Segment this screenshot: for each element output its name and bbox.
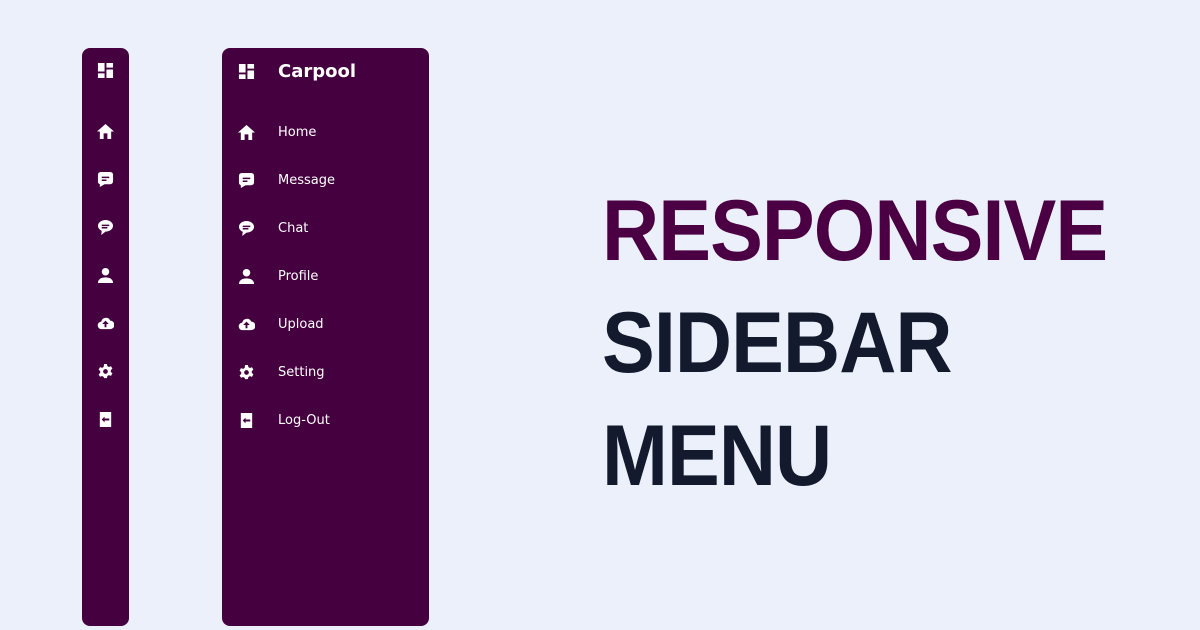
message-icon (96, 170, 114, 188)
logout-icon (237, 411, 255, 429)
sidebar-item-chat[interactable]: Chat (222, 213, 429, 243)
headline-line-1: RESPONSIVE (602, 183, 1108, 279)
sidebar-item-log-out[interactable]: Log-Out (222, 405, 429, 435)
headline-line-3: MENU (602, 408, 832, 504)
profile-icon (237, 267, 255, 285)
sidebar-item-label: Home (278, 124, 317, 140)
gear-icon (96, 362, 114, 380)
dashboard-icon (237, 62, 255, 80)
sidebar-item-profile[interactable]: Profile (222, 261, 429, 291)
message-icon (237, 171, 255, 189)
chat-icon (237, 219, 255, 237)
mini-item-message[interactable] (82, 164, 129, 194)
sidebar-item-label: Upload (278, 316, 324, 332)
mini-item-home[interactable] (82, 116, 129, 146)
sidebar-item-label: Chat (278, 220, 309, 236)
collapsed-sidebar (82, 48, 129, 626)
home-icon (237, 123, 255, 141)
headline-line-2: SIDEBAR (602, 295, 953, 391)
sidebar-item-message[interactable]: Message (222, 165, 429, 195)
upload-icon (96, 314, 114, 332)
gear-icon (237, 363, 255, 381)
mini-item-profile[interactable] (82, 260, 129, 290)
dashboard-icon (96, 61, 114, 79)
chat-icon (96, 218, 114, 236)
mini-item-setting[interactable] (82, 356, 129, 386)
logout-icon (96, 410, 114, 428)
sidebar-item-label: Setting (278, 364, 325, 380)
mini-item-chat[interactable] (82, 212, 129, 242)
sidebar-item-label: Log-Out (278, 412, 330, 428)
brand-name: Carpool (278, 60, 357, 82)
home-icon (96, 122, 114, 140)
expanded-sidebar: Carpool Home Message Chat Profile Upload Setti… (222, 48, 429, 626)
sidebar-item-home[interactable]: Home (222, 117, 429, 147)
mini-brand[interactable] (82, 55, 129, 85)
upload-icon (237, 315, 255, 333)
sidebar-item-upload[interactable]: Upload (222, 309, 429, 339)
sidebar-item-label: Message (278, 172, 335, 188)
mini-item-log-out[interactable] (82, 404, 129, 434)
brand[interactable]: Carpool (222, 56, 429, 86)
mini-item-upload[interactable] (82, 308, 129, 338)
sidebar-item-label: Profile (278, 268, 319, 284)
profile-icon (96, 266, 114, 284)
sidebar-item-setting[interactable]: Setting (222, 357, 429, 387)
